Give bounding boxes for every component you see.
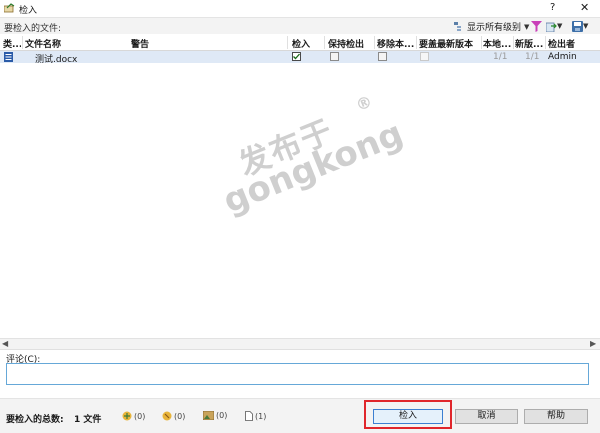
column-header-warning[interactable]: 警告	[131, 37, 281, 50]
help-button[interactable]: 帮助	[524, 409, 588, 424]
help-icon[interactable]: ?	[550, 2, 555, 13]
filter-button[interactable]	[531, 20, 542, 32]
remove-local-checkbox[interactable]	[378, 52, 387, 61]
column-header-override-latest[interactable]: 要盖最新版本	[419, 37, 481, 50]
image-file-icon	[203, 411, 214, 420]
new-version-cell: 1/1	[525, 52, 540, 62]
total-value: 1 文件	[74, 415, 102, 425]
window-title: 检入	[19, 6, 38, 16]
divider	[0, 349, 600, 350]
keep-checked-out-checkbox[interactable]	[330, 52, 339, 61]
tree-levels-icon	[454, 21, 461, 31]
stat-document: (1)	[245, 411, 266, 421]
document-icon	[245, 411, 253, 421]
file-name-cell: 测试.docx	[35, 55, 78, 65]
show-all-levels-dropdown[interactable]: 显示所有级别 ▼	[454, 20, 529, 33]
override-latest-checkbox	[420, 52, 429, 61]
checkin-app-icon	[4, 3, 15, 13]
column-header-new-version[interactable]: 新版...	[515, 37, 545, 50]
table-row[interactable]: 测试.docx 1/1 1/1 Admin	[0, 51, 600, 65]
scroll-left-icon[interactable]: ◀	[2, 339, 8, 348]
checkin-checkbox[interactable]	[292, 52, 301, 61]
column-header-remove-local[interactable]: 移除本...	[377, 37, 417, 50]
word-doc-icon	[4, 52, 13, 62]
column-header-local-version[interactable]: 本地...	[483, 37, 513, 50]
export-button[interactable]: ▼	[546, 20, 562, 32]
comment-field[interactable]	[6, 363, 589, 385]
watermark-line1: 发布于	[233, 112, 340, 184]
registered-mark: ®	[352, 91, 375, 116]
refresh-files-icon	[162, 411, 172, 421]
export-icon	[546, 22, 557, 32]
cancel-button[interactable]: 取消	[455, 409, 518, 424]
total-label: 要检入的总数:	[6, 415, 64, 425]
stat-image-file: (0)	[203, 411, 227, 420]
column-header-file-name[interactable]: 文件名称	[25, 37, 125, 50]
chevron-down-icon: ▼	[524, 22, 530, 31]
toolbar: 要检入的文件: 显示所有级别 ▼ ▼ ▼	[0, 17, 600, 34]
checkmark-icon	[293, 53, 300, 60]
files-to-checkin-label: 要检入的文件:	[4, 24, 62, 34]
column-header-checked-out-by[interactable]: 检出者	[548, 37, 596, 50]
save-button[interactable]: ▼	[572, 20, 588, 32]
horizontal-scrollbar[interactable]: ◀ ▶	[0, 338, 600, 349]
chevron-down-icon: ▼	[583, 22, 589, 30]
file-group-icon	[122, 411, 132, 421]
title-bar: 检入 ? ✕	[0, 0, 600, 16]
bottom-bar: 要检入的总数: 1 文件 (0) (0) (0) (1) 检入 取消 帮助	[0, 398, 600, 433]
checked-out-by-cell: Admin	[548, 52, 577, 62]
column-header-checkin[interactable]: 检入	[292, 37, 322, 50]
chevron-down-icon: ▼	[557, 22, 563, 30]
filter-icon	[531, 20, 542, 32]
show-all-levels-label: 显示所有级别	[467, 23, 522, 33]
close-icon[interactable]: ✕	[580, 1, 589, 14]
file-grid-header: 类... 文件名称 警告 检入 保持检出 移除本... 要盖最新版本 本地...…	[0, 35, 600, 51]
column-header-type[interactable]: 类...	[3, 37, 21, 50]
save-icon	[572, 20, 583, 32]
stat-file-group: (0)	[122, 411, 145, 421]
local-version-cell: 1/1	[493, 52, 508, 62]
highlight-annotation	[364, 400, 452, 429]
column-header-keep-checked-out[interactable]: 保持检出	[328, 37, 374, 50]
stat-refresh-files: (0)	[162, 411, 185, 421]
watermark-line2: gongkong	[217, 113, 409, 222]
scroll-right-icon[interactable]: ▶	[590, 339, 596, 348]
